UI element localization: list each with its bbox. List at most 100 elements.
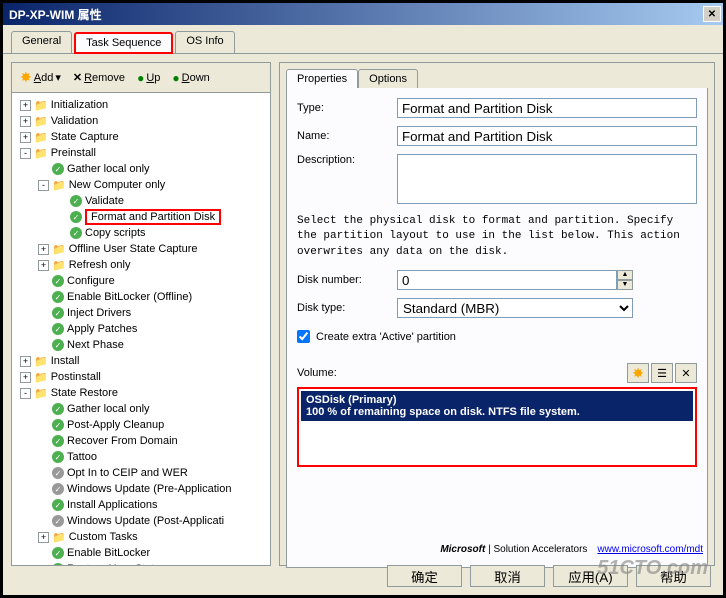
up-button[interactable]: ● Up [133, 69, 164, 87]
volume-props-button[interactable]: ☰ [651, 363, 673, 383]
tree-node[interactable]: +📁Initialization [16, 97, 266, 113]
tree-node-label: Tattoo [67, 451, 97, 463]
tree-node[interactable]: ✓Enable BitLocker [16, 545, 266, 561]
tree-node[interactable]: -📁State Restore [16, 385, 266, 401]
tree-node[interactable]: ✓Validate [16, 193, 266, 209]
tree-node[interactable]: ✓Inject Drivers [16, 305, 266, 321]
folder-icon: 📁 [52, 243, 66, 256]
tree-node[interactable]: ✓Gather local only [16, 401, 266, 417]
tree-node[interactable]: ✓Windows Update (Pre-Application [16, 481, 266, 497]
expander-icon[interactable]: - [38, 180, 49, 191]
tree-node[interactable]: ✓Enable BitLocker (Offline) [16, 289, 266, 305]
tab-os-info[interactable]: OS Info [175, 31, 234, 53]
tree-node[interactable]: +📁Custom Tasks [16, 529, 266, 545]
close-button[interactable]: ✕ [703, 6, 721, 22]
spin-up[interactable]: ▲ [617, 270, 633, 280]
volume-item[interactable]: OSDisk (Primary) 100 % of remaining spac… [301, 391, 693, 421]
footer-link[interactable]: www.microsoft.com/mdt [597, 544, 703, 555]
volume-delete-button[interactable]: ✕ [675, 363, 697, 383]
tab-task-sequence[interactable]: Task Sequence [74, 32, 173, 54]
footer: Microsoft | Solution Accelerators www.mi… [440, 544, 703, 555]
help-button[interactable]: 帮助 [636, 565, 711, 587]
name-field[interactable] [397, 126, 697, 146]
tree-node[interactable]: -📁Preinstall [16, 145, 266, 161]
tree-node-label: Configure [67, 275, 115, 287]
disk-type-label: Disk type: [297, 302, 397, 314]
tree-node[interactable]: ✓Opt In to CEIP and WER [16, 465, 266, 481]
tree-node[interactable]: ✓Gather local only [16, 161, 266, 177]
expander-icon[interactable]: - [20, 388, 31, 399]
expander-icon[interactable]: + [20, 132, 31, 143]
tree-node[interactable]: ✓Restore User State [16, 561, 266, 565]
expander-icon[interactable]: + [20, 116, 31, 127]
tree-node[interactable]: +📁Postinstall [16, 369, 266, 385]
check-icon: ✓ [52, 403, 64, 415]
tree-node[interactable]: ✓ Format and Partition Disk [16, 209, 266, 225]
tree-node[interactable]: +📁State Capture [16, 129, 266, 145]
tree-node-label: State Restore [51, 387, 118, 399]
tree-node[interactable]: -📁New Computer only [16, 177, 266, 193]
tree-node-label: Post-Apply Cleanup [67, 419, 164, 431]
tree-node[interactable]: +📁Validation [16, 113, 266, 129]
disk-type-select[interactable]: Standard (MBR) [397, 298, 633, 318]
tree-node-label: Windows Update (Post-Applicati [67, 515, 224, 527]
task-tree[interactable]: +📁Initialization+📁Validation+📁State Capt… [12, 93, 270, 565]
tree-node[interactable]: +📁Refresh only [16, 257, 266, 273]
expander-icon[interactable]: + [38, 260, 49, 271]
add-button[interactable]: ✸ Add▾ [16, 67, 65, 88]
expander-icon[interactable]: + [38, 532, 49, 543]
tree-node[interactable]: ✓Copy scripts [16, 225, 266, 241]
folder-icon: 📁 [34, 355, 48, 368]
tree-node-label: Apply Patches [67, 323, 137, 335]
desc-field[interactable] [397, 154, 697, 204]
tree-node-label: Copy scripts [85, 227, 146, 239]
tree-node[interactable]: ✓Configure [16, 273, 266, 289]
tree-node-label: Windows Update (Pre-Application [67, 483, 231, 495]
tree-node-label: Recover From Domain [67, 435, 178, 447]
expander-icon[interactable]: - [20, 148, 31, 159]
ok-button[interactable]: 确定 [387, 565, 462, 587]
check-icon: ✓ [52, 339, 64, 351]
apply-button[interactable]: 应用(A) [553, 565, 628, 587]
check-icon: ✓ [52, 323, 64, 335]
active-partition-checkbox[interactable] [297, 330, 310, 343]
tab-properties[interactable]: Properties [286, 69, 358, 88]
tree-node-label: Preinstall [51, 147, 96, 159]
tree-node[interactable]: ✓Tattoo [16, 449, 266, 465]
volume-label: Volume: [297, 367, 337, 379]
tree-node-label: Offline User State Capture [69, 243, 198, 255]
tree-node-label: Install Applications [67, 499, 158, 511]
tree-node[interactable]: ✓Next Phase [16, 337, 266, 353]
main-tabs: General Task Sequence OS Info [3, 25, 723, 54]
folder-icon: 📁 [34, 131, 48, 144]
folder-icon: 📁 [34, 371, 48, 384]
volume-new-button[interactable]: ✸ [627, 363, 649, 383]
check-icon: ✓ [52, 275, 64, 287]
tree-node-label: Custom Tasks [69, 531, 138, 543]
tree-node-label: Format and Partition Disk [91, 211, 215, 223]
expander-icon[interactable]: + [20, 100, 31, 111]
check-icon: ✓ [52, 499, 64, 511]
tree-node[interactable]: ✓Post-Apply Cleanup [16, 417, 266, 433]
folder-icon: 📁 [34, 387, 48, 400]
down-button[interactable]: ● Down [168, 69, 213, 87]
tree-node[interactable]: +📁Install [16, 353, 266, 369]
spin-down[interactable]: ▼ [617, 280, 633, 290]
tree-node-label: Initialization [51, 99, 108, 111]
tree-node[interactable]: ✓Install Applications [16, 497, 266, 513]
tree-node[interactable]: ✓Windows Update (Post-Applicati [16, 513, 266, 529]
expander-icon[interactable]: + [38, 244, 49, 255]
tree-node[interactable]: ✓Apply Patches [16, 321, 266, 337]
cancel-button[interactable]: 取消 [470, 565, 545, 587]
tree-node[interactable]: +📁Offline User State Capture [16, 241, 266, 257]
remove-button[interactable]: ✕ Remove [69, 69, 129, 86]
expander-icon[interactable]: + [20, 372, 31, 383]
tab-general[interactable]: General [11, 31, 72, 53]
tree-node[interactable]: ✓Recover From Domain [16, 433, 266, 449]
tab-options[interactable]: Options [358, 69, 418, 88]
volume-list[interactable]: OSDisk (Primary) 100 % of remaining spac… [297, 387, 697, 467]
tree-toolbar: ✸ Add▾ ✕ Remove ● Up ● Down [12, 63, 270, 93]
disk-num-field[interactable] [397, 270, 617, 290]
expander-icon[interactable]: + [20, 356, 31, 367]
check-icon: ✓ [70, 211, 82, 223]
